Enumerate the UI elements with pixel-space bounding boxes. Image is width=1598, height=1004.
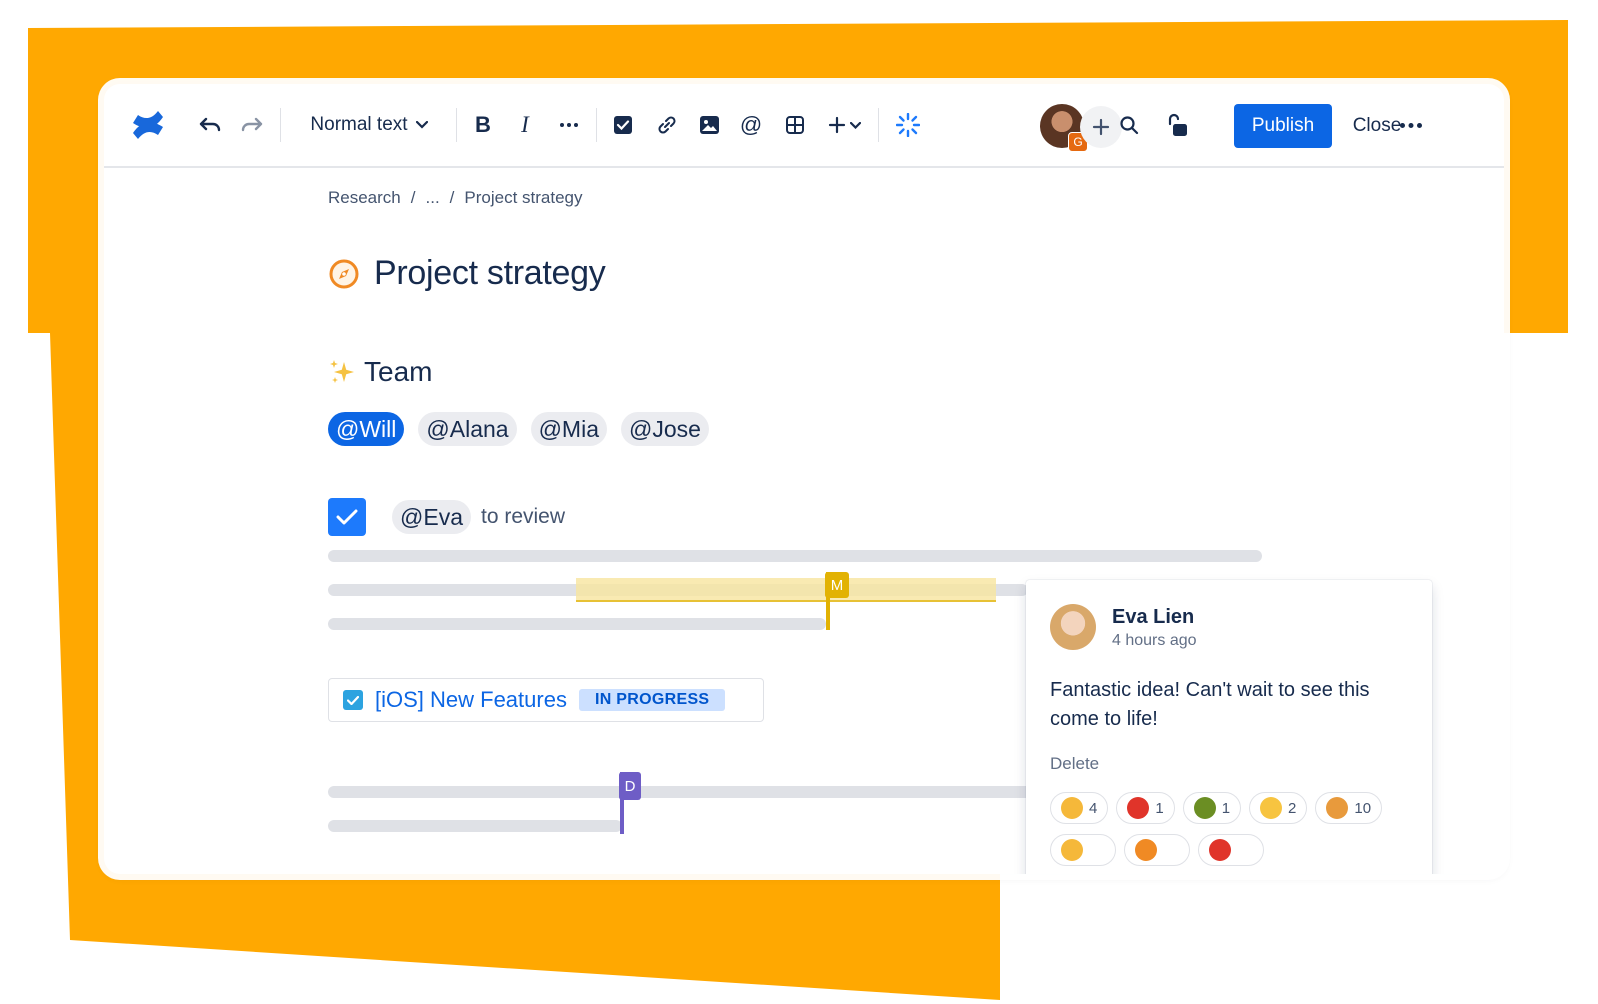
team-heading-row: Team — [328, 356, 432, 388]
page-title[interactable]: Project strategy — [374, 254, 606, 293]
cursor-flag-m: M — [825, 572, 849, 598]
confluence-logo-icon[interactable] — [128, 106, 168, 144]
task-checkbox[interactable] — [328, 498, 366, 536]
reaction-pill[interactable] — [1050, 834, 1116, 866]
toolbar-divider — [878, 108, 879, 142]
tomato-icon — [1127, 797, 1150, 819]
italic-icon[interactable]: I — [510, 106, 540, 144]
reaction-count: 1 — [1155, 799, 1164, 817]
thumbs-up-icon — [1061, 839, 1083, 861]
avocado-icon — [1193, 797, 1216, 819]
breadcrumb-root[interactable]: Research — [328, 188, 401, 208]
plus-icon — [828, 116, 845, 134]
redo-icon[interactable] — [236, 106, 268, 144]
publish-button[interactable]: Publish — [1234, 104, 1332, 148]
reaction-pill[interactable] — [1124, 834, 1190, 866]
link-icon[interactable] — [652, 106, 682, 144]
text-style-dropdown[interactable]: Normal text — [302, 106, 436, 144]
delete-comment-link[interactable]: Delete — [1050, 754, 1099, 774]
breadcrumb: Research / ... / Project strategy — [328, 188, 583, 208]
plus-icon — [1092, 118, 1110, 136]
reactions-bar: 4 1 1 2 10 — [1050, 792, 1430, 866]
reaction-pill[interactable]: 1 — [1182, 792, 1242, 824]
editor-toolbar: Normal text B I @ G Publish Close — [104, 84, 1504, 168]
mention-chip[interactable]: @Mia — [530, 412, 607, 446]
editor-window: Normal text B I @ G Publish Close Resear… — [104, 84, 1504, 874]
breadcrumb-separator: / — [410, 188, 416, 207]
reaction-count: 10 — [1354, 799, 1372, 817]
comment-body: Fantastic idea! Can't wait to see this c… — [1050, 679, 1370, 730]
cursor-flag-d: D — [619, 772, 641, 800]
image-icon[interactable] — [694, 106, 724, 144]
mention-chip[interactable]: @Will — [328, 412, 405, 446]
reaction-pill[interactable]: 4 — [1050, 792, 1109, 824]
reaction-count: 2 — [1288, 799, 1297, 817]
text-style-label: Normal text — [310, 114, 408, 135]
toolbar-divider — [596, 108, 597, 142]
undo-icon[interactable] — [194, 106, 226, 144]
mention-chip[interactable]: @Jose — [621, 412, 709, 446]
selection-highlight — [576, 578, 996, 602]
task-description[interactable]: to review — [481, 505, 565, 529]
page-title-row: Project strategy — [328, 254, 606, 293]
placeholder-text-line — [328, 618, 826, 630]
collaborator-cursor-d: D — [619, 772, 641, 834]
sparkles-icon — [330, 360, 354, 383]
checkmark-icon — [336, 509, 358, 525]
reaction-pill[interactable]: 10 — [1315, 792, 1383, 824]
task-text: @Eva to review — [392, 500, 565, 534]
team-mentions: @Will @Alana @Mia @Jose — [328, 412, 709, 446]
toolbar-divider — [456, 108, 457, 142]
reaction-count: 1 — [1221, 799, 1231, 817]
action-item-icon[interactable] — [608, 106, 638, 144]
more-formatting-icon[interactable] — [554, 106, 584, 144]
chevron-down-icon — [415, 121, 428, 129]
breadcrumb-ellipsis[interactable]: ... — [426, 188, 440, 208]
reaction-pill[interactable]: 1 — [1116, 792, 1175, 824]
pancakes-icon — [1326, 797, 1349, 819]
jira-issue-card[interactable]: [iOS] New Features IN PROGRESS — [328, 678, 764, 722]
bold-icon[interactable]: B — [468, 106, 498, 144]
jira-task-icon — [343, 690, 363, 710]
jira-issue-title[interactable]: [iOS] New Features — [375, 687, 567, 713]
status-badge: IN PROGRESS — [578, 689, 726, 711]
unlock-icon[interactable] — [1162, 106, 1192, 144]
mention-icon[interactable]: @ — [736, 106, 766, 144]
fire-icon — [1135, 839, 1157, 861]
search-icon[interactable] — [1114, 106, 1144, 144]
placeholder-text-line — [328, 820, 622, 832]
heart-icon — [1209, 839, 1231, 861]
more-actions-icon[interactable] — [1396, 106, 1426, 144]
comment-author[interactable]: Eva Lien — [1112, 606, 1194, 629]
insert-menu-button[interactable] — [822, 106, 866, 144]
inline-comment-panel: Eva Lien 4 hours ago Fantastic idea! Can… — [1026, 580, 1432, 874]
placeholder-text-line — [328, 786, 1048, 798]
avatar[interactable] — [1050, 604, 1096, 650]
astonished-face-icon — [1260, 797, 1283, 819]
reaction-count: 4 — [1089, 799, 1098, 817]
comment-timestamp: 4 hours ago — [1112, 632, 1197, 649]
toolbar-divider — [280, 108, 281, 142]
mention-chip[interactable]: @Alana — [418, 412, 517, 446]
placeholder-text-line — [328, 550, 1262, 562]
collaborator-cursor-m: M — [825, 572, 849, 630]
compass-icon[interactable] — [328, 258, 360, 290]
breadcrumb-separator: / — [449, 188, 455, 207]
task-item: @Eva to review — [328, 498, 565, 536]
table-icon[interactable] — [780, 106, 810, 144]
mention-chip[interactable]: @Eva — [392, 500, 471, 534]
breadcrumb-current[interactable]: Project strategy — [464, 188, 582, 208]
clapping-hands-icon — [1061, 797, 1083, 819]
team-heading[interactable]: Team — [364, 356, 432, 388]
reaction-pill[interactable]: 2 — [1249, 792, 1308, 824]
reaction-pill[interactable] — [1198, 834, 1264, 866]
ai-sparkle-icon[interactable] — [892, 106, 924, 144]
chevron-down-icon — [849, 121, 861, 129]
